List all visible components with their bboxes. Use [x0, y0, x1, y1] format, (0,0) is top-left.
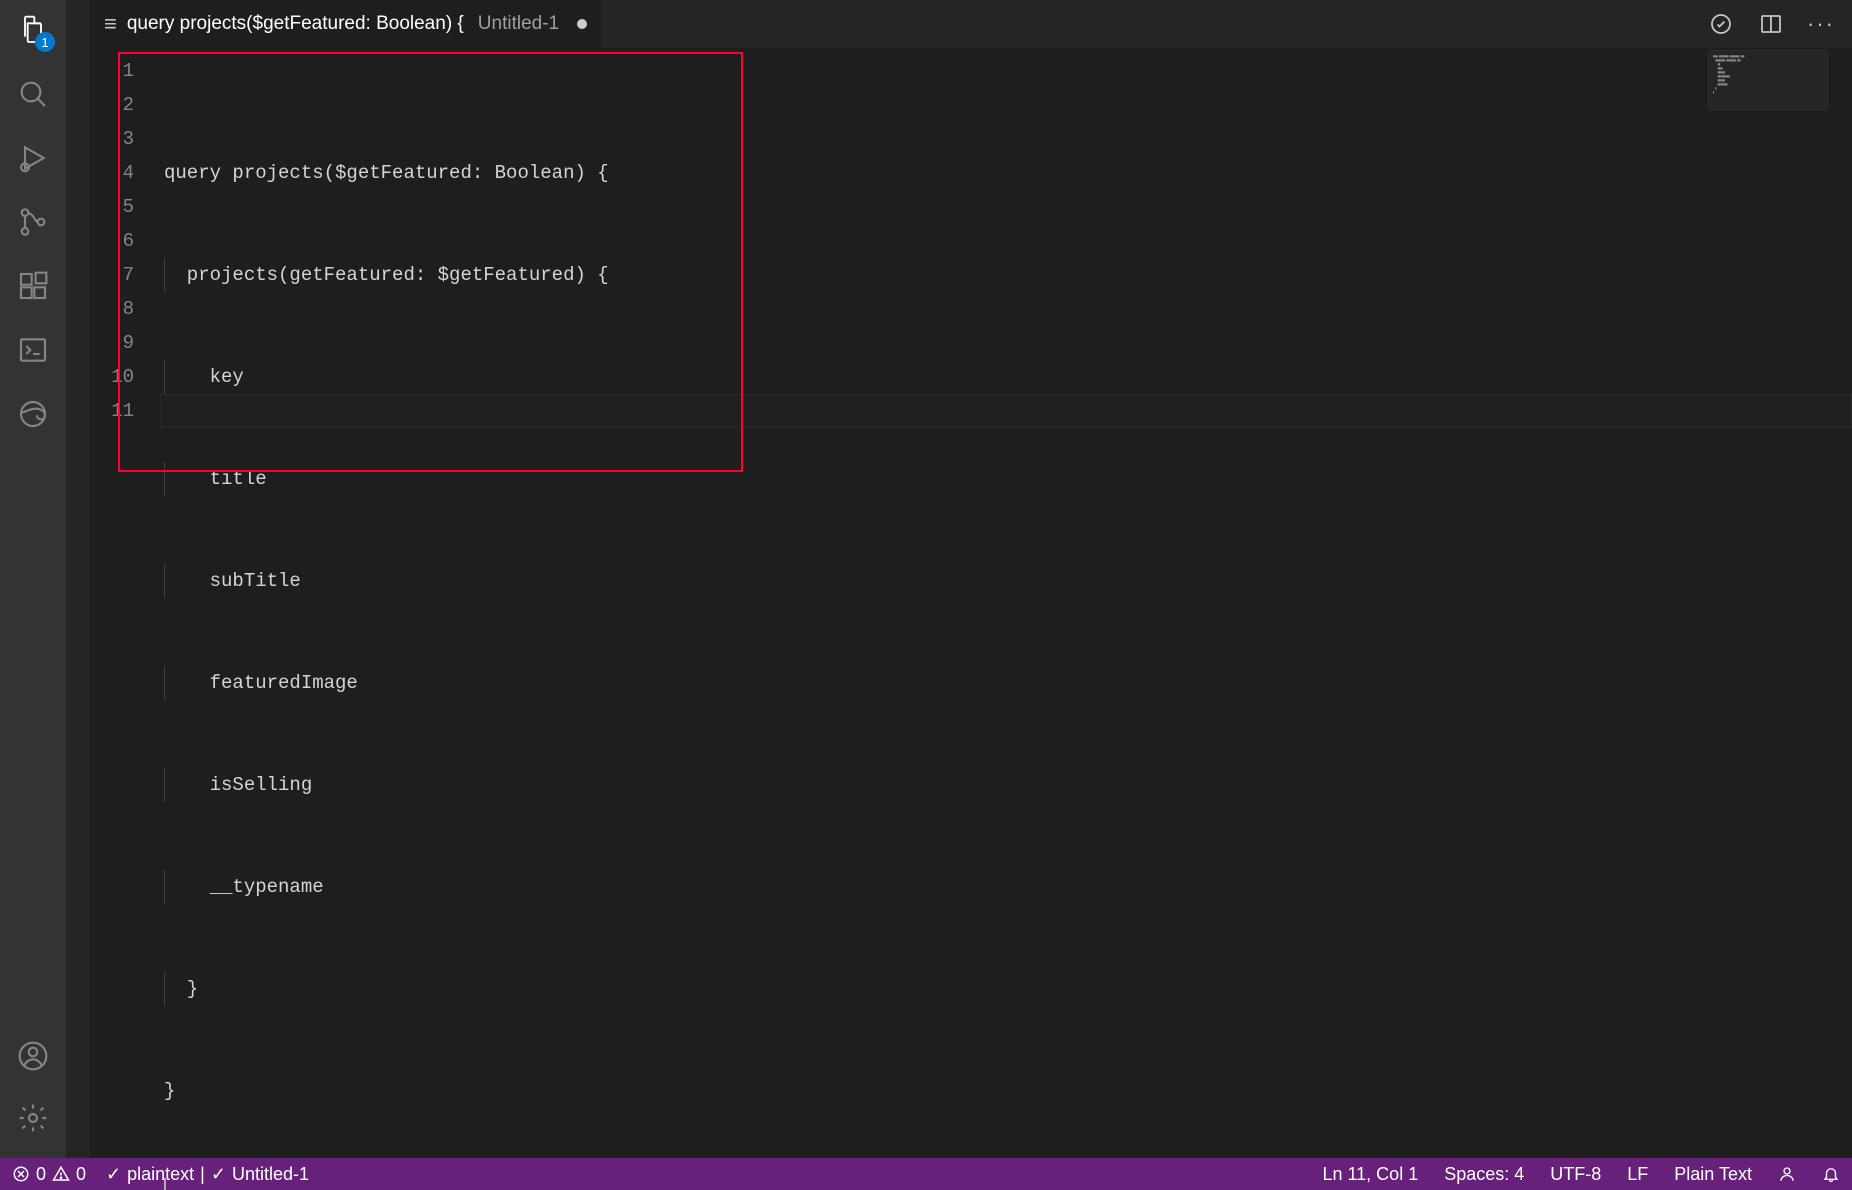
line-number: 9 [90, 326, 134, 360]
tab-bar: ≡ query projects($getFeatured: Boolean) … [90, 0, 1852, 48]
code-line: } [164, 972, 1852, 1006]
line-number: 11 [90, 394, 134, 428]
terminal-icon[interactable] [15, 332, 51, 368]
sidebar-collapsed[interactable] [66, 0, 90, 1158]
line-number: 4 [90, 156, 134, 190]
line-number-gutter: 1 2 3 4 5 6 7 8 9 10 11 [90, 48, 160, 1158]
line-number: 3 [90, 122, 134, 156]
activity-bar: 1 [0, 0, 66, 1158]
explorer-icon[interactable]: 1 [15, 12, 51, 48]
dirty-indicator-icon[interactable] [577, 19, 587, 29]
current-line-highlight [160, 394, 1852, 428]
file-list-icon: ≡ [104, 11, 117, 37]
extensions-icon[interactable] [15, 268, 51, 304]
tab-filename: Untitled-1 [478, 13, 559, 35]
code-line: isSelling [164, 768, 1852, 802]
split-editor-icon[interactable] [1758, 11, 1784, 37]
code-text-area[interactable]: query projects($getFeatured: Boolean) { … [160, 48, 1852, 1158]
line-number: 8 [90, 292, 134, 326]
line-number: 6 [90, 224, 134, 258]
line-number: 7 [90, 258, 134, 292]
line-number: 5 [90, 190, 134, 224]
code-line: query projects($getFeatured: Boolean) { [164, 156, 1852, 190]
code-line: projects(getFeatured: $getFeatured) { [164, 258, 1852, 292]
editor-body[interactable]: 1 2 3 4 5 6 7 8 9 10 11 query projects($… [90, 48, 1852, 1158]
text-cursor [164, 1178, 166, 1190]
edge-browser-icon[interactable] [15, 396, 51, 432]
line-number: 2 [90, 88, 134, 122]
code-line: title [164, 462, 1852, 496]
editor-region: ≡ query projects($getFeatured: Boolean) … [90, 0, 1852, 1158]
code-line: featuredImage [164, 666, 1852, 700]
accounts-icon[interactable] [15, 1038, 51, 1074]
check-icon: ✓ [106, 1164, 121, 1185]
status-problems[interactable]: 0 0 [12, 1164, 86, 1185]
compare-check-icon[interactable] [1708, 11, 1734, 37]
run-debug-icon[interactable] [15, 140, 51, 176]
status-error-count: 0 [36, 1164, 46, 1185]
more-actions-icon[interactable]: ··· [1808, 11, 1834, 37]
search-icon[interactable] [15, 76, 51, 112]
code-line: subTitle [164, 564, 1852, 598]
settings-gear-icon[interactable] [15, 1100, 51, 1136]
main-area: 1 [0, 0, 1852, 1158]
line-number: 1 [90, 54, 134, 88]
source-control-icon[interactable] [15, 204, 51, 240]
status-warning-count: 0 [76, 1164, 86, 1185]
code-line: } [164, 1074, 1852, 1108]
minimap[interactable]: ████ ████████ ████████ ███ ████████ ████… [1708, 50, 1828, 110]
editor-scrollbar[interactable] [1834, 48, 1852, 1158]
code-line: __typename [164, 870, 1852, 904]
code-line: key [164, 360, 1852, 394]
code-line [164, 1176, 1852, 1190]
tab-description: query projects($getFeatured: Boolean) { [127, 13, 464, 35]
tab-untitled-1[interactable]: ≡ query projects($getFeatured: Boolean) … [90, 0, 602, 48]
line-number: 10 [90, 360, 134, 394]
explorer-badge: 1 [35, 32, 55, 52]
